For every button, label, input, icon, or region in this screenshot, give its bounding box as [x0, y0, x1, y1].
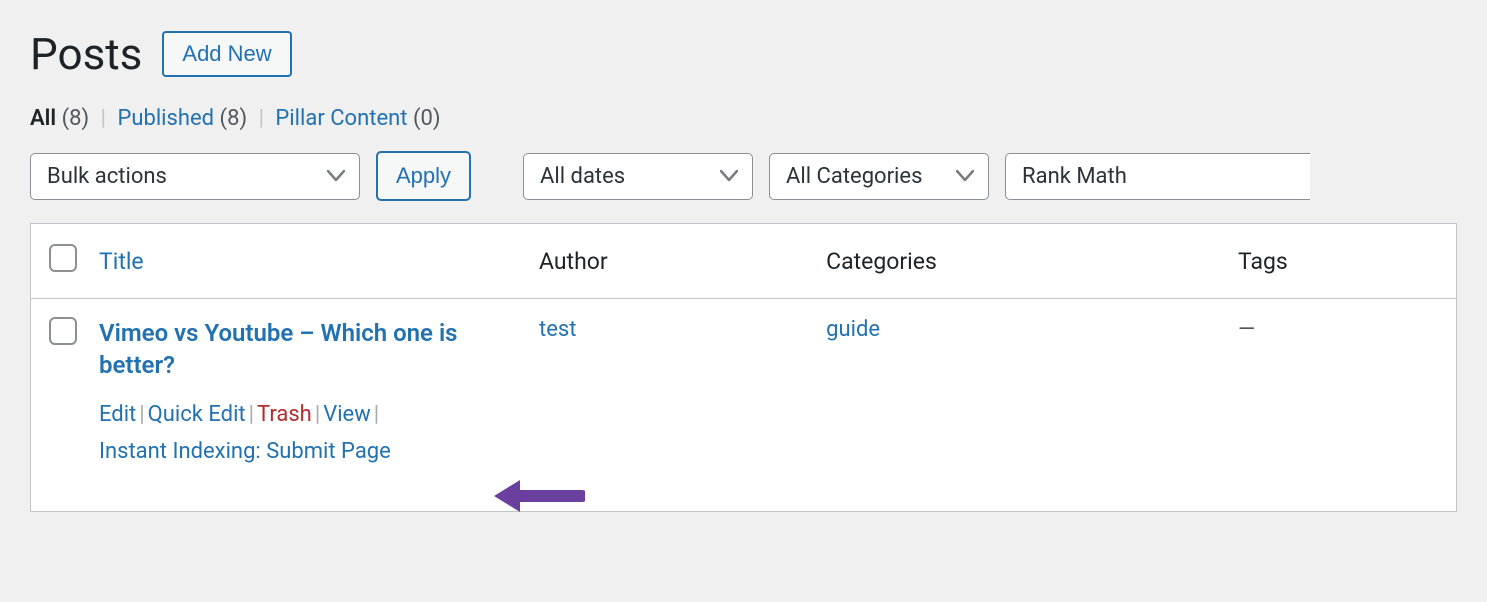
filter-published[interactable]: Published: [117, 106, 214, 131]
quick-edit-link[interactable]: Quick Edit: [148, 402, 246, 427]
bulk-actions-select[interactable]: Bulk actions: [30, 153, 360, 200]
categories-label: All Categories: [786, 164, 922, 189]
add-new-button[interactable]: Add New: [162, 31, 291, 77]
view-link[interactable]: View: [323, 402, 371, 427]
filter-published-count: (8): [220, 106, 248, 131]
posts-table: Title Author Categories Tags Vimeo vs Yo…: [30, 223, 1457, 512]
column-header-categories: Categories: [812, 224, 1224, 299]
apply-button[interactable]: Apply: [376, 151, 471, 201]
page-title: Posts: [30, 28, 142, 80]
rankmath-select[interactable]: Rank Math: [1005, 153, 1310, 200]
trash-link[interactable]: Trash: [257, 402, 312, 427]
filter-all-count: (8): [62, 106, 90, 131]
categories-select[interactable]: All Categories: [769, 153, 989, 200]
chevron-down-icon: [956, 170, 974, 182]
column-header-tags: Tags: [1224, 224, 1456, 299]
filter-pillar-content[interactable]: Pillar Content: [275, 106, 407, 131]
dates-label: All dates: [540, 164, 625, 189]
rankmath-label: Rank Math: [1022, 164, 1127, 189]
edit-link[interactable]: Edit: [99, 402, 136, 427]
tags-empty: —: [1238, 317, 1255, 342]
row-actions: Edit|Quick Edit|Trash|View| Instant Inde…: [99, 396, 511, 471]
filter-all[interactable]: All: [30, 106, 56, 131]
post-title-link[interactable]: Vimeo vs Youtube – Which one is better?: [99, 317, 511, 382]
dates-select[interactable]: All dates: [523, 153, 753, 200]
post-status-filters: All (8) | Published (8) | Pillar Content…: [30, 106, 1457, 131]
column-header-title[interactable]: Title: [99, 248, 144, 275]
chevron-down-icon: [720, 170, 738, 182]
table-row: Vimeo vs Youtube – Which one is better? …: [31, 299, 1457, 512]
bulk-actions-label: Bulk actions: [47, 164, 167, 189]
filter-pillar-count: (0): [413, 106, 441, 131]
select-row-checkbox[interactable]: [49, 317, 77, 345]
select-all-checkbox[interactable]: [49, 244, 77, 272]
author-link[interactable]: test: [539, 317, 576, 342]
instant-indexing-link[interactable]: Instant Indexing: Submit Page: [99, 439, 391, 464]
category-link[interactable]: guide: [826, 317, 880, 342]
chevron-down-icon: [327, 170, 345, 182]
column-header-author: Author: [525, 224, 812, 299]
